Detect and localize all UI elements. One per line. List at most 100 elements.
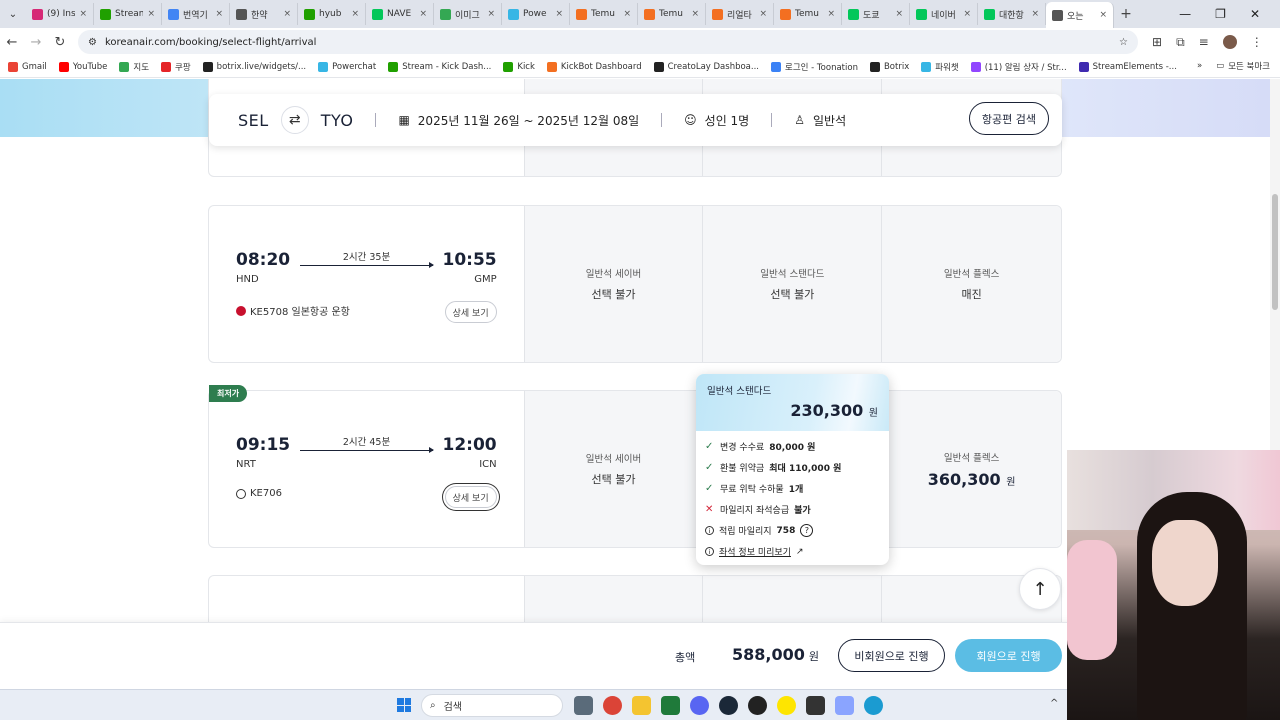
site-info-icon[interactable]: ⚙ [88, 37, 97, 48]
browser-tab[interactable]: 오는 × [1046, 2, 1114, 28]
tab-close-icon[interactable]: × [147, 9, 155, 19]
help-icon[interactable]: ? [800, 524, 814, 537]
swap-route-icon[interactable]: ⇄ [280, 106, 309, 134]
app-icon[interactable] [661, 696, 680, 715]
tab-close-icon[interactable]: × [963, 9, 971, 19]
close-window-icon[interactable]: ✕ [1250, 7, 1260, 21]
tab-close-icon[interactable]: × [827, 9, 835, 19]
app-icon[interactable] [835, 696, 854, 715]
kakaotalk-icon[interactable] [777, 696, 796, 715]
browser-tab[interactable]: 대한항 × [978, 3, 1046, 25]
extensions-icon[interactable]: ⧉ [1176, 35, 1185, 50]
browser-tab[interactable]: 리얼타 × [706, 3, 774, 25]
bookmark-item[interactable]: CreatoLay Dashboa... [653, 61, 759, 72]
browser-tab[interactable]: Stream × [94, 3, 162, 25]
bookmark-item[interactable]: KickBot Dashboard [546, 61, 642, 72]
browser-tab[interactable]: 한약 × [230, 3, 298, 25]
detail-button[interactable]: 상세 보기 [444, 486, 497, 508]
browser-tab[interactable]: hyub × [298, 3, 366, 25]
taskbar-search-field[interactable]: ⌕ 검색 [421, 694, 563, 717]
browser-tab[interactable]: Temu × [638, 3, 706, 25]
member-continue-button[interactable]: 회원으로 진행 [955, 639, 1062, 672]
passenger-selector[interactable]: ☺ 성인 1명 [684, 112, 749, 129]
new-tab-button[interactable]: + [1114, 6, 1138, 22]
translate-icon[interactable]: ⊞ [1152, 35, 1162, 49]
tab-close-icon[interactable]: × [1099, 10, 1107, 20]
tab-close-icon[interactable]: × [691, 9, 699, 19]
browser-tab[interactable]: Powe × [502, 3, 570, 25]
destination-code[interactable]: TYO [321, 111, 354, 130]
bookmark-item[interactable]: StreamElements -... [1078, 61, 1177, 72]
back-icon[interactable]: ← [0, 35, 24, 50]
bookmark-item[interactable]: Stream - Kick Dash... [388, 61, 491, 72]
minimize-icon[interactable]: — [1179, 7, 1191, 21]
profile-avatar[interactable] [1222, 35, 1237, 49]
seat-preview-text[interactable]: 좌석 정보 미리보기 [719, 545, 791, 558]
file-explorer-icon[interactable] [632, 696, 651, 715]
browser-tab[interactable]: 네이버 × [910, 3, 978, 25]
bookmark-item[interactable]: 파워챗 [921, 61, 959, 73]
scroll-top-button[interactable]: ↑ [1019, 568, 1061, 610]
date-selector[interactable]: ▦ 2025년 11월 26일 ~ 2025년 12월 08일 [398, 112, 639, 129]
tab-search-icon[interactable]: ⌄ [0, 9, 26, 20]
bookmark-item[interactable]: 쿠팡 [161, 61, 191, 73]
steam-icon[interactable] [719, 696, 738, 715]
messenger-icon[interactable] [864, 696, 883, 715]
fare-flex[interactable]: 일반석 플렉스 360,300 원 [881, 391, 1062, 547]
bookmark-item[interactable]: Botrix [869, 61, 909, 72]
system-tray-chevron-icon[interactable]: ^ [1050, 698, 1058, 709]
bookmark-item[interactable]: 지도 [119, 61, 149, 73]
tab-close-icon[interactable]: × [283, 9, 291, 19]
tab-close-icon[interactable]: × [759, 9, 767, 19]
tab-close-icon[interactable]: × [555, 9, 563, 19]
origin-code[interactable]: SEL [238, 111, 269, 130]
media-icon[interactable]: ≡ [1199, 35, 1209, 49]
fare-status: 선택 불가 [770, 288, 815, 301]
cabin-selector[interactable]: ♙ 일반석 [794, 112, 846, 129]
external-link-icon: ↗ [795, 546, 804, 557]
bookmark-item[interactable]: 로그인 - Toonation [771, 61, 858, 73]
seat-preview-link[interactable]: i 좌석 정보 미리보기 ↗ [705, 545, 880, 558]
terminal-icon[interactable] [806, 696, 825, 715]
discord-icon[interactable] [690, 696, 709, 715]
menu-icon[interactable]: ⋮ [1251, 35, 1263, 49]
bookmark-item[interactable]: botrix.live/widgets/... [202, 61, 306, 72]
chrome-icon[interactable] [603, 696, 622, 715]
browser-tab[interactable]: Temu × [570, 3, 638, 25]
fare-popover[interactable]: 일반석 스탠다드 230,300 원 ✓ 변경 수수료 80,000 원 ✓ 환불 위… [696, 374, 889, 565]
bookmark-item[interactable]: Kick [503, 61, 535, 72]
tab-close-icon[interactable]: × [1031, 9, 1039, 19]
detail-button[interactable]: 상세 보기 [444, 301, 497, 323]
browser-tab[interactable]: 이미그 × [434, 3, 502, 25]
more-bookmarks-icon[interactable]: » [1197, 61, 1202, 71]
bookmark-item[interactable]: Powerchat [318, 61, 376, 72]
bookmark-star-icon[interactable]: ☆ [1119, 37, 1128, 48]
browser-tab[interactable]: 도쿄 × [842, 3, 910, 25]
browser-tab[interactable]: 번역기 × [162, 3, 230, 25]
obs-icon[interactable] [748, 696, 767, 715]
url-field[interactable]: ⚙ koreanair.com/booking/select-flight/ar… [78, 30, 1138, 54]
bookmark-item[interactable]: YouTube [58, 61, 107, 72]
guest-continue-button[interactable]: 비회원으로 진행 [838, 639, 945, 672]
popover-benefits: ✓ 변경 수수료 80,000 원 ✓ 환불 위약금 최대 110,000 원 ✓ 무료 … [696, 431, 889, 565]
forward-icon[interactable]: → [24, 35, 48, 50]
tab-close-icon[interactable]: × [79, 9, 87, 19]
task-view-icon[interactable] [574, 696, 593, 715]
tab-close-icon[interactable]: × [623, 9, 631, 19]
browser-tab[interactable]: NAVE × [366, 3, 434, 25]
tab-close-icon[interactable]: × [487, 9, 495, 19]
bookmark-item[interactable]: Gmail [8, 61, 47, 72]
scrollbar-thumb[interactable] [1272, 194, 1278, 310]
tab-close-icon[interactable]: × [895, 9, 903, 19]
restore-icon[interactable]: ❐ [1215, 7, 1226, 21]
tab-close-icon[interactable]: × [215, 9, 223, 19]
tab-close-icon[interactable]: × [351, 9, 359, 19]
tab-close-icon[interactable]: × [419, 9, 427, 19]
all-bookmarks-folder[interactable]: ▭ 모든 북마크 [1216, 60, 1270, 72]
reload-icon[interactable]: ↻ [48, 35, 72, 50]
browser-tab[interactable]: Temu × [774, 3, 842, 25]
windows-start-icon[interactable] [397, 698, 411, 712]
browser-tab[interactable]: (9) Ins × [26, 3, 94, 25]
bookmark-item[interactable]: (11) 알림 상자 / Str... [970, 61, 1067, 73]
search-flights-button[interactable]: 항공편 검색 [968, 102, 1049, 135]
